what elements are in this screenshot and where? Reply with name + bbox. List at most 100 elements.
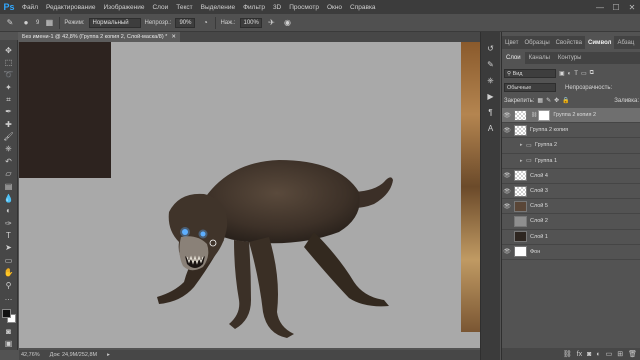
layer-row[interactable]: 👁 Фон [502,245,640,260]
close-button[interactable]: ✕ [624,0,640,14]
menu-image[interactable]: Изображение [100,4,149,11]
marquee-tool-icon[interactable]: ⬚ [2,56,16,68]
clone-source-icon[interactable]: ⎈ [484,74,498,87]
layer-row[interactable]: Слой 2 [502,214,640,230]
tab-swatches[interactable]: Образцы [521,36,552,49]
menu-help[interactable]: Справка [346,4,380,11]
screen-mode-icon[interactable]: ▣ [2,338,16,350]
mask-link-icon[interactable]: ⛓ [531,112,537,118]
history-brush-tool-icon[interactable]: ↶ [2,155,16,167]
tab-character[interactable]: Символ [585,36,615,49]
move-tool-icon[interactable]: ✥ [2,44,16,56]
layer-row[interactable]: ▸ ▭ Группа 2 [502,138,640,154]
menu-filter[interactable]: Фильтр [239,4,269,11]
layer-mask-thumbnail[interactable] [538,109,551,121]
tab-layers[interactable]: Слои [502,52,525,64]
visibility-eye-icon[interactable]: 👁 [502,203,512,210]
menu-edit[interactable]: Редактирование [42,4,100,11]
hand-tool-icon[interactable]: ✋ [2,266,16,278]
visibility-eye-icon[interactable]: 👁 [502,112,512,119]
tab-paths[interactable]: Контуры [554,52,586,64]
visibility-eye-icon[interactable]: 👁 [502,172,512,179]
tab-paragraph[interactable]: Абзац [614,36,637,49]
pen-tool-icon[interactable]: ✑ [2,217,16,229]
dodge-tool-icon[interactable]: ◐ [2,205,16,217]
zoom-level[interactable]: 42,76% [21,352,40,358]
lock-position-icon[interactable]: ✥ [554,97,559,104]
tab-color[interactable]: Цвет [502,36,521,49]
filter-smart-icon[interactable]: ⧉ [590,70,594,77]
blend-mode-select[interactable]: Обычные [504,83,556,92]
layer-row[interactable]: 👁 ⛓ Группа 2 копия 2 [502,108,640,124]
close-tab-icon[interactable]: ✕ [171,34,176,40]
menu-file[interactable]: Файл [18,4,42,11]
brushes-panel-icon[interactable]: ✎ [484,58,498,71]
actions-panel-icon[interactable]: ▶ [484,90,498,103]
lock-pixels-icon[interactable]: ✎ [546,97,551,104]
layer-row[interactable]: ▸ ▭ Группа 1 [502,154,640,169]
tab-channels[interactable]: Каналы [525,52,554,64]
opacity-input[interactable]: 90% [175,17,196,28]
filter-shape-icon[interactable]: ▭ [581,70,587,77]
layer-row[interactable]: 👁 Слой 3 [502,184,640,200]
link-layers-icon[interactable]: ⛓ [563,350,572,358]
clone-stamp-tool-icon[interactable]: ⎈ [2,143,16,155]
lock-all-icon[interactable]: 🔒 [562,97,569,104]
canvas[interactable] [19,42,480,348]
menu-3d[interactable]: 3D [269,4,285,11]
eraser-tool-icon[interactable]: ▱ [2,168,16,180]
filter-type-icon[interactable]: T [574,71,578,77]
quick-mask-icon[interactable]: ◙ [2,325,16,337]
visibility-eye-icon[interactable]: 👁 [502,188,512,195]
gradient-tool-icon[interactable]: ▤ [2,180,16,192]
quick-select-tool-icon[interactable]: ✦ [2,81,16,93]
lasso-tool-icon[interactable]: ➰ [2,69,16,81]
new-group-icon[interactable]: ▭ [606,350,613,358]
shape-tool-icon[interactable]: ▭ [2,254,16,266]
blur-tool-icon[interactable]: 💧 [2,192,16,204]
add-mask-icon[interactable]: ◙ [587,351,591,358]
delete-layer-icon[interactable]: 🗑 [628,350,637,358]
visibility-eye-icon[interactable]: 👁 [502,248,512,255]
history-panel-icon[interactable]: ↺ [484,42,498,55]
mode-select[interactable]: Нормальный [88,17,141,28]
zoom-tool-icon[interactable]: ⚲ [2,279,16,291]
fx-icon[interactable]: fx [577,351,582,358]
brush-panel-icon[interactable]: ▦ [43,17,55,29]
paragraph-panel-icon[interactable]: ¶ [484,106,498,119]
minimize-button[interactable]: — [592,0,608,14]
filter-pixel-icon[interactable]: ▣ [559,70,565,77]
foreground-color-swatch[interactable] [1,308,11,318]
healing-brush-tool-icon[interactable]: ✚ [2,118,16,130]
visibility-eye-icon[interactable]: 👁 [502,127,512,134]
document-tab[interactable]: Без имени-1 @ 42,8% (Группа 2 копия 2, С… [18,32,180,42]
eyedropper-tool-icon[interactable]: ✒ [2,106,16,118]
brush-tool-preset-icon[interactable]: ✎ [4,17,16,29]
layer-filter-select[interactable]: ⚲ Вид [504,69,556,78]
type-tool-icon[interactable]: T [2,229,16,241]
new-layer-icon[interactable]: ⊞ [617,350,623,358]
opacity-pressure-icon[interactable]: ◔ [199,17,211,29]
menu-layers[interactable]: Слои [148,4,172,11]
layer-row[interactable]: 👁 Группа 2 копия [502,123,640,139]
layer-row[interactable]: 👁 Слой 4 [502,169,640,184]
menu-window[interactable]: Окно [323,4,346,11]
menu-view[interactable]: Просмотр [285,4,323,11]
menu-select[interactable]: Выделение [197,4,239,11]
expand-status-icon[interactable]: ▸ [107,352,110,358]
color-swatches[interactable] [1,308,17,326]
adjustment-layer-icon[interactable]: ◐ [596,351,600,358]
layer-row[interactable]: Слой 1 [502,230,640,245]
tab-properties[interactable]: Свойства [553,36,585,49]
pressure-input[interactable]: 100% [239,17,262,28]
layer-row[interactable]: 👁 Слой 5 [502,199,640,215]
crop-tool-icon[interactable]: ⌗ [2,93,16,105]
path-select-tool-icon[interactable]: ➤ [2,242,16,254]
airbrush-icon[interactable]: ✈ [266,17,278,29]
size-pressure-icon[interactable]: ◉ [282,17,294,29]
more-tools-icon[interactable]: … [2,291,16,303]
lock-transparent-icon[interactable]: ▦ [537,97,543,104]
character-panel-icon[interactable]: A [484,122,498,135]
brush-preset-picker-icon[interactable]: ● [20,17,32,29]
maximize-button[interactable]: ☐ [608,0,624,14]
